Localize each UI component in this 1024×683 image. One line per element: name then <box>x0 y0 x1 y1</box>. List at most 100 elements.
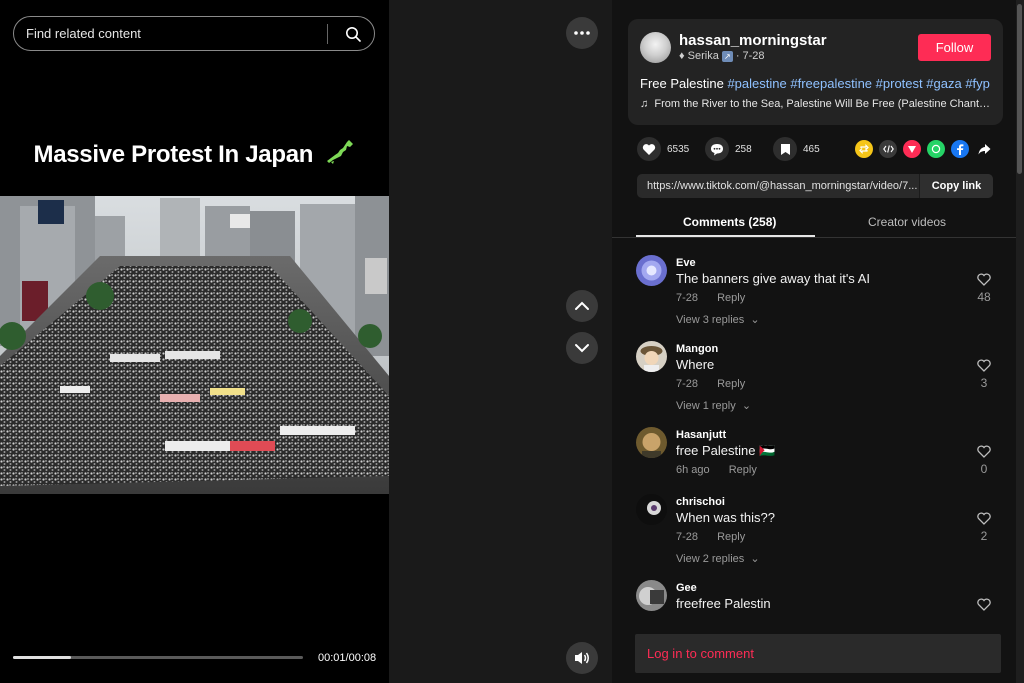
music-link[interactable]: ♫ From the River to the Sea, Palestine W… <box>640 98 992 110</box>
view-replies-label: View 2 replies <box>676 553 745 565</box>
view-replies-label: View 3 replies <box>676 314 745 326</box>
save-count: 465 <box>803 143 820 155</box>
commenter-name[interactable]: Mangon <box>676 343 718 355</box>
japan-map-icon <box>325 138 355 173</box>
comment-text: free Palestine 🇵🇸 <box>676 443 776 458</box>
chevron-down-icon: ⌄ <box>738 400 752 412</box>
login-to-comment-link[interactable]: Log in to comment <box>647 646 754 661</box>
commenter-avatar[interactable] <box>636 494 667 525</box>
hashtag-link[interactable]: #gaza <box>926 76 961 91</box>
hashtag-link[interactable]: #palestine <box>727 76 786 91</box>
like-stat[interactable]: 6535 <box>637 137 695 161</box>
commenter-avatar[interactable] <box>636 580 667 611</box>
previous-video-button[interactable] <box>566 290 598 322</box>
more-options-button[interactable] <box>566 17 598 49</box>
share-arrow-icon[interactable] <box>975 140 993 158</box>
comment-input-bar[interactable]: Log in to comment <box>635 634 1001 673</box>
commenter-avatar[interactable] <box>636 341 667 372</box>
comment-like-button[interactable] <box>976 445 992 463</box>
chevron-down-icon: ⌄ <box>747 553 760 565</box>
comment-like-count: 0 <box>980 462 988 476</box>
tab-comments[interactable]: Comments (258) <box>683 215 776 229</box>
embed-icon[interactable] <box>879 140 897 158</box>
commenter-avatar[interactable] <box>636 427 667 458</box>
comment-stat[interactable]: 258 <box>705 137 763 161</box>
comment-text: The banners give away that it's AI <box>676 271 870 286</box>
scrollbar-thumb[interactable] <box>1017 4 1022 174</box>
view-replies-button[interactable]: View 2 replies ⌄ <box>676 552 760 565</box>
chevron-down-icon: ⌄ <box>747 314 760 326</box>
comment-text: Where <box>676 357 715 372</box>
chevron-up-icon <box>575 301 589 310</box>
post-date: 7-28 <box>742 50 765 62</box>
video-url[interactable]: https://www.tiktok.com/@hassan_morningst… <box>637 180 919 192</box>
hashtag-link[interactable]: #fyp <box>965 76 990 91</box>
post-description: Free Palestine #palestine #freepalestine… <box>640 76 990 91</box>
view-replies-button[interactable]: View 1 reply ⌄ <box>676 399 751 412</box>
search-divider <box>327 23 328 44</box>
music-title: From the River to the Sea, Palestine Wil… <box>654 98 992 110</box>
follow-button[interactable]: Follow <box>918 34 991 61</box>
more-dots-icon <box>574 31 590 35</box>
comment-like-button[interactable] <box>976 512 992 530</box>
commenter-name[interactable]: chrischoi <box>676 496 725 508</box>
search-bar[interactable] <box>13 16 375 51</box>
chevron-down-icon <box>575 344 589 353</box>
volume-button[interactable] <box>566 642 598 674</box>
commenter-name[interactable]: Hasanjutt <box>676 429 726 441</box>
verified-badge-icon: ↗ <box>721 50 733 62</box>
reply-button[interactable]: Reply <box>717 531 745 543</box>
tabs-bar: Comments (258) Creator videos <box>612 210 1018 238</box>
heart-icon <box>637 137 661 161</box>
video-caption-overlay: Massive Protest In Japan <box>0 138 389 173</box>
share-icons <box>855 140 993 158</box>
facebook-icon[interactable] <box>951 140 969 158</box>
whatsapp-icon[interactable] <box>927 140 945 158</box>
hashtag-link[interactable]: #freepalestine <box>790 76 872 91</box>
comment-meta: 7-28 Reply <box>676 531 745 543</box>
comment-count: 258 <box>735 143 752 155</box>
video-frame[interactable] <box>0 196 389 494</box>
next-video-button[interactable] <box>566 332 598 364</box>
reply-button[interactable]: Reply <box>729 464 757 476</box>
commenter-name[interactable]: Gee <box>676 582 697 594</box>
active-tab-indicator <box>636 235 815 237</box>
view-replies-label: View 1 reply <box>676 400 736 412</box>
video-title-text: Massive Protest In Japan <box>33 140 314 168</box>
comment-text: When was this?? <box>676 510 775 525</box>
reply-button[interactable]: Reply <box>717 378 745 390</box>
search-icon <box>346 26 361 42</box>
search-input[interactable] <box>26 26 327 41</box>
music-note-icon: ♫ <box>640 98 649 110</box>
hashtag-link[interactable]: #protest <box>876 76 923 91</box>
like-count: 6535 <box>667 143 690 155</box>
comment-like-button[interactable] <box>976 273 992 291</box>
save-stat[interactable]: 465 <box>773 137 831 161</box>
copy-link-button[interactable]: Copy link <box>919 174 993 198</box>
commenter-avatar[interactable] <box>636 255 667 286</box>
heart-outline-icon <box>977 359 991 372</box>
heart-outline-icon <box>977 512 991 525</box>
comment-meta: 7-28 Reply <box>676 378 745 390</box>
commenter-name[interactable]: Eve <box>676 257 696 269</box>
comment-like-button[interactable] <box>976 598 992 612</box>
description-text: Free Palestine <box>640 76 724 91</box>
author-username[interactable]: hassan_morningstar <box>679 32 827 49</box>
video-progress-bar[interactable] <box>13 656 303 659</box>
send-icon[interactable] <box>903 140 921 158</box>
comment-like-count: 2 <box>980 529 988 543</box>
author-nickname: ♦ Serika <box>679 50 719 62</box>
view-replies-button[interactable]: View 3 replies ⌄ <box>676 313 760 326</box>
video-player[interactable]: Massive Protest In Japan <box>0 0 389 683</box>
repost-icon[interactable] <box>855 140 873 158</box>
comments-list[interactable]: Eve The banners give away that it's AI 7… <box>612 240 1018 612</box>
reply-button[interactable]: Reply <box>717 292 745 304</box>
comment-date: 7-28 <box>676 531 699 543</box>
author-avatar[interactable] <box>640 32 671 63</box>
comment-meta: 6h ago Reply <box>676 464 757 476</box>
search-button[interactable] <box>338 19 368 49</box>
comment-like-button[interactable] <box>976 359 992 377</box>
tab-creator-videos[interactable]: Creator videos <box>868 215 946 229</box>
comment-like-count: 3 <box>980 376 988 390</box>
bookmark-icon <box>773 137 797 161</box>
